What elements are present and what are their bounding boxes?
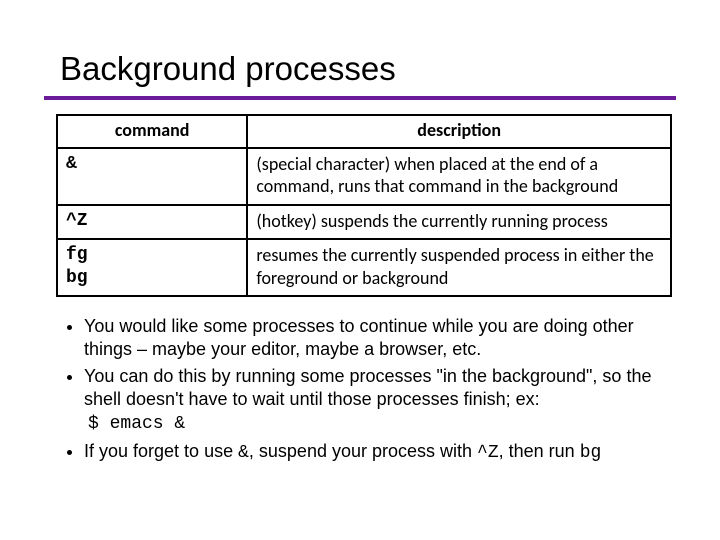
list-item: You would like some processes to continu… <box>84 315 672 361</box>
list-item: If you forget to use &, suspend your pro… <box>84 440 672 465</box>
bullet-text: , suspend your process with <box>249 441 477 461</box>
code-example: $ emacs & <box>88 413 672 436</box>
cell-description: resumes the currently suspended process … <box>247 239 671 296</box>
inline-code: bg <box>580 443 602 463</box>
cell-command: & <box>57 148 247 205</box>
cell-command: fg bg <box>57 239 247 296</box>
cell-command: ^Z <box>57 205 247 240</box>
table-row: fg bg resumes the currently suspended pr… <box>57 239 671 296</box>
commands-table: command description & (special character… <box>56 114 672 297</box>
title-underline <box>44 96 676 100</box>
bullet-text: If you forget to use <box>84 441 238 461</box>
bullet-text: , then run <box>499 441 580 461</box>
table-header-row: command description <box>57 115 671 148</box>
bullet-text: You can do this by running some processe… <box>84 366 651 409</box>
header-description: description <box>247 115 671 148</box>
slide-title: Background processes <box>60 50 672 88</box>
list-item: You can do this by running some processe… <box>84 365 672 436</box>
table-row: & (special character) when placed at the… <box>57 148 671 205</box>
header-command: command <box>57 115 247 148</box>
inline-code: ^Z <box>477 443 499 463</box>
table-row: ^Z (hotkey) suspends the currently runni… <box>57 205 671 240</box>
bullet-list: You would like some processes to continu… <box>56 315 672 465</box>
cell-description: (special character) when placed at the e… <box>247 148 671 205</box>
cell-description: (hotkey) suspends the currently running … <box>247 205 671 240</box>
inline-code: & <box>238 443 249 463</box>
